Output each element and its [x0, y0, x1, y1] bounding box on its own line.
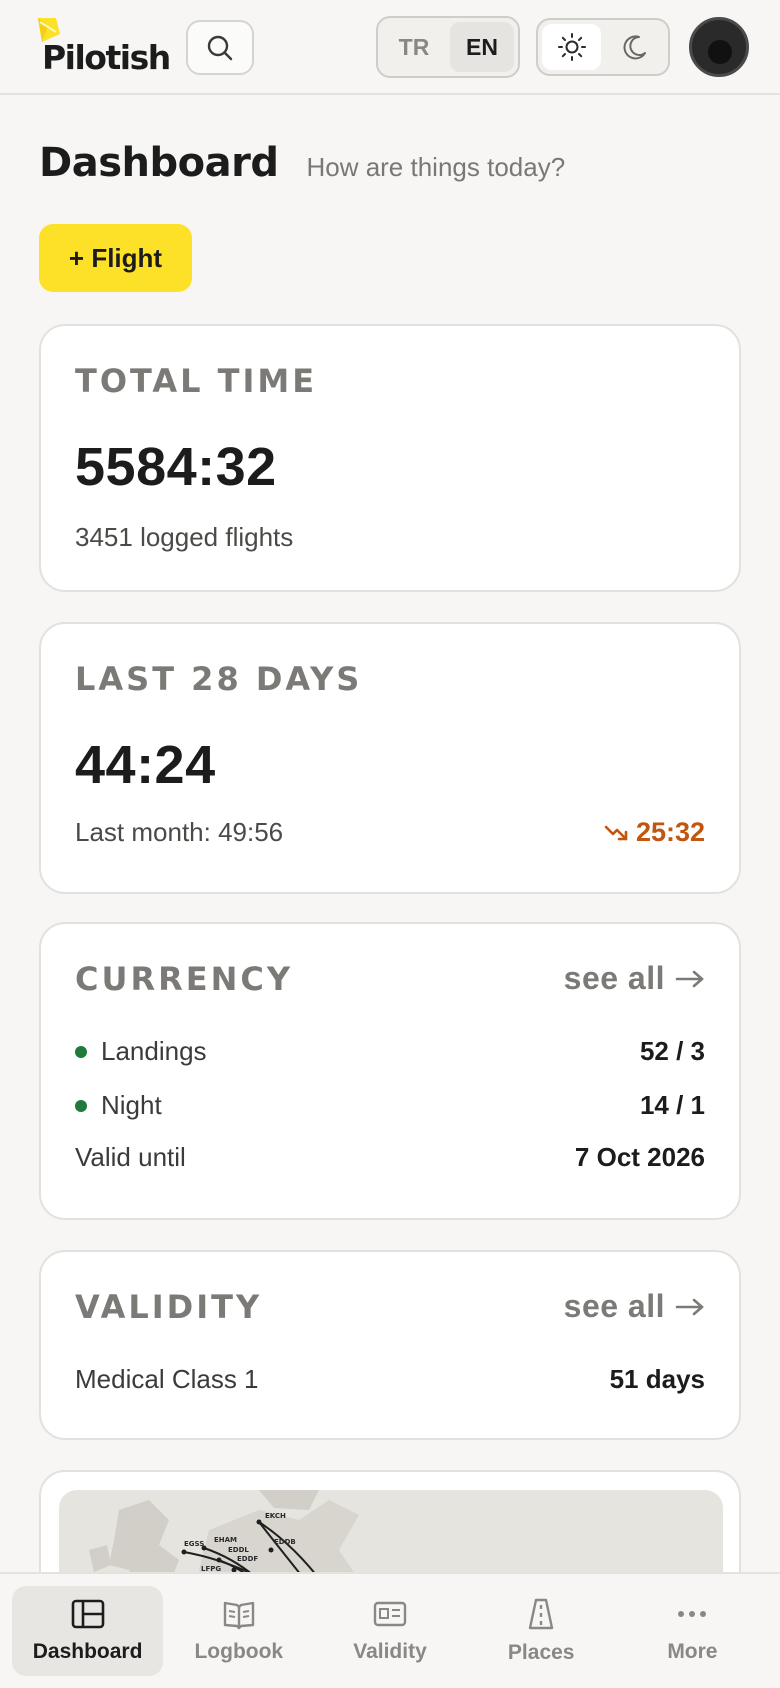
map-label-eddf: EDDF: [237, 1555, 258, 1563]
dashboard-icon: [71, 1599, 104, 1629]
avatar[interactable]: [689, 17, 749, 77]
search-button[interactable]: [186, 20, 254, 75]
more-icon: [678, 1611, 707, 1617]
nav-label: Places: [507, 1641, 575, 1664]
status-dot: [75, 1099, 87, 1112]
currency-row-value: 52 / 3: [639, 1036, 705, 1066]
nav-item-logbook[interactable]: Logbook: [163, 1586, 314, 1676]
card-label: VALIDITY: [75, 1288, 263, 1326]
moon-icon: [623, 35, 646, 60]
theme-toggle: [536, 18, 670, 76]
language-toggle: TR EN: [376, 16, 520, 78]
map-label-ekch: EKCH: [265, 1512, 286, 1520]
validity-see-all-link[interactable]: see all: [564, 1288, 705, 1325]
nav-label: Dashboard: [32, 1640, 143, 1663]
page-subtitle: How are things today?: [306, 152, 566, 182]
map-label-egss: EGSS: [184, 1540, 204, 1548]
card-label: LAST 28 DAYS: [75, 660, 363, 698]
book-icon: [223, 1601, 254, 1630]
nav-item-places[interactable]: Places: [466, 1586, 617, 1676]
last-28-days-card[interactable]: LAST 28 DAYS 44:24 Last month: 49:56 25:…: [39, 622, 741, 894]
card-label: TOTAL TIME: [75, 362, 318, 400]
map-label-eddb: EDDB: [274, 1538, 296, 1546]
nav-label: More: [667, 1640, 718, 1663]
see-all-label: see all: [563, 1288, 665, 1324]
trend-indicator: 25:32: [604, 817, 705, 848]
map-label-eham: EHAM: [214, 1536, 237, 1544]
trend-value: 25:32: [635, 817, 705, 847]
top-bar: Pilotish TR EN: [0, 0, 780, 95]
currency-row-landings: Landings 52 / 3: [75, 1036, 705, 1067]
validity-row-label: Medical Class 1: [75, 1364, 259, 1394]
language-option-tr[interactable]: TR: [382, 22, 446, 72]
currency-valid-until: Valid until 7 Oct 2026: [75, 1142, 705, 1173]
status-dot: [75, 1045, 87, 1058]
total-time-value: 5584:32: [75, 437, 277, 497]
nav-item-more[interactable]: More: [617, 1586, 768, 1676]
valid-until-label: Valid until: [75, 1142, 186, 1172]
page-title: Dashboard: [39, 140, 279, 186]
currency-card: CURRENCY see all Landings 52 / 3 Night 1…: [39, 922, 741, 1220]
nav-item-dashboard[interactable]: Dashboard: [12, 1586, 164, 1676]
last-28-days-value: 44:24: [75, 735, 216, 795]
map-label-eddl: EDDL: [228, 1546, 249, 1554]
arrow-right-icon: [675, 1298, 704, 1315]
card-label: CURRENCY: [75, 960, 294, 998]
nav-item-validity[interactable]: Validity: [314, 1586, 465, 1676]
currency-row-label: Landings: [101, 1036, 207, 1066]
theme-light-button[interactable]: [542, 24, 601, 70]
bottom-navigation: Dashboard Logbook Validity Places More: [0, 1572, 780, 1688]
currency-row-label: Night: [101, 1090, 162, 1120]
search-icon: [207, 35, 233, 60]
id-card-icon: [373, 1601, 407, 1627]
currency-row-value: 14 / 1: [639, 1090, 705, 1120]
trend-down-icon: [604, 825, 628, 840]
language-option-en[interactable]: EN: [450, 22, 514, 72]
validity-card: VALIDITY see all Medical Class 1 51 days: [39, 1250, 741, 1440]
road-icon: [529, 1598, 554, 1630]
logo[interactable]: Pilotish: [34, 16, 171, 78]
add-flight-button[interactable]: + Flight: [39, 224, 192, 292]
logo-text: Pilotish: [42, 38, 171, 77]
sun-icon: [557, 33, 586, 61]
see-all-label: see all: [563, 960, 665, 996]
currency-row-night: Night 14 / 1: [75, 1090, 705, 1121]
validity-row-medical: Medical Class 1 51 days: [75, 1364, 705, 1395]
total-time-card[interactable]: TOTAL TIME 5584:32 3451 logged flights: [39, 324, 741, 592]
last-month-text: Last month: 49:56: [75, 817, 284, 847]
page-heading: Dashboard How are things today?: [39, 140, 565, 186]
arrow-right-icon: [675, 970, 704, 987]
validity-row-value: 51 days: [609, 1364, 705, 1394]
currency-see-all-link[interactable]: see all: [564, 960, 705, 997]
theme-dark-button[interactable]: [605, 24, 664, 70]
logged-flights-count: 3451 logged flights: [75, 522, 294, 552]
nav-label: Logbook: [194, 1640, 284, 1663]
valid-until-value: 7 Oct 2026: [574, 1142, 705, 1172]
nav-label: Validity: [353, 1640, 427, 1663]
